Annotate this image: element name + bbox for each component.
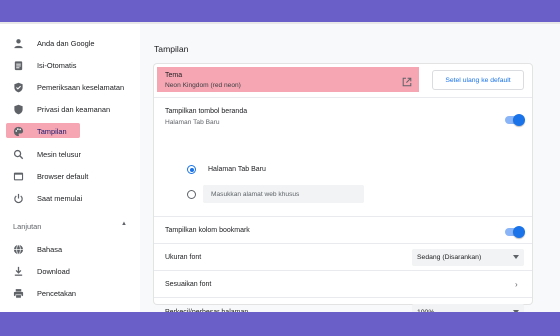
- customize-fonts-row[interactable]: Sesuaikan font ›: [154, 271, 532, 298]
- sidebar-item-label: Tampilan: [37, 126, 67, 136]
- bottom-frame-band: [0, 312, 560, 336]
- home-button-toggle[interactable]: [505, 114, 525, 126]
- power-icon: [12, 192, 24, 204]
- radio-new-tab-page-label: Halaman Tab Baru: [208, 166, 266, 173]
- theme-row[interactable]: Tema Neon Kingdom (red neon) Setel ulang…: [154, 64, 532, 98]
- page-title: Tampilan: [154, 44, 189, 54]
- person-icon: [12, 37, 24, 49]
- globe-icon: [12, 243, 24, 255]
- sidebar-item-label: Pemeriksaan keselamatan: [37, 82, 125, 92]
- browser-icon: [12, 170, 24, 182]
- sidebar-item-label: Privasi dan keamanan: [37, 104, 111, 114]
- font-size-row: Ukuran font Sedang (Disarankan): [154, 244, 532, 271]
- sidebar-item-label: Browser default: [37, 171, 89, 181]
- sidebar-item-label: Pencetakan: [37, 288, 77, 298]
- appearance-card: Tema Neon Kingdom (red neon) Setel ulang…: [154, 64, 532, 321]
- sidebar-item-languages[interactable]: Bahasa: [6, 240, 140, 258]
- sidebar-item-printing[interactable]: Pencetakan: [6, 284, 140, 302]
- radio-new-tab-page[interactable]: [187, 165, 196, 174]
- sidebar-item-label: Mesin telusur: [37, 149, 81, 159]
- toggle-knob: [513, 226, 525, 238]
- chevron-up-icon[interactable]: ▲: [121, 221, 127, 227]
- bookmarks-bar-label: Tampilkan kolom bookmark: [165, 227, 250, 234]
- sidebar-item-privacy[interactable]: Privasi dan keamanan: [6, 100, 140, 118]
- home-button-sub: Halaman Tab Baru: [165, 119, 220, 126]
- sidebar-item-downloads[interactable]: Download: [6, 262, 140, 280]
- palette-icon: [12, 125, 24, 137]
- sidebar: Anda dan Google Isi-Otomatis Pemeriksaan…: [0, 24, 140, 312]
- download-icon: [12, 265, 24, 277]
- sidebar-item-autofill[interactable]: Isi-Otomatis: [6, 56, 140, 74]
- search-icon: [12, 148, 24, 160]
- toggle-knob: [513, 114, 525, 126]
- advanced-section-label[interactable]: Lanjutan: [13, 222, 41, 231]
- sidebar-item-safety-check[interactable]: Pemeriksaan keselamatan: [6, 78, 140, 96]
- font-size-value: Sedang (Disarankan): [417, 254, 482, 261]
- bookmarks-bar-toggle[interactable]: [505, 226, 525, 238]
- custom-url-input[interactable]: [203, 185, 364, 203]
- open-in-new-icon[interactable]: [402, 74, 412, 87]
- bookmarks-bar-row: Tampilkan kolom bookmark: [154, 217, 532, 244]
- theme-value: Neon Kingdom (red neon): [165, 82, 241, 89]
- top-frame-band: [0, 0, 560, 22]
- sidebar-item-default-browser[interactable]: Browser default: [6, 167, 140, 185]
- sidebar-item-label: Isi-Otomatis: [37, 60, 77, 70]
- sidebar-item-appearance[interactable]: Tampilan: [6, 122, 140, 140]
- chevron-right-icon: ›: [515, 280, 518, 289]
- dropdown-arrow-icon: [513, 255, 519, 259]
- sidebar-item-search-engine[interactable]: Mesin telusur: [6, 145, 140, 163]
- sidebar-item-you-and-google[interactable]: Anda dan Google: [6, 34, 140, 52]
- clipboard-icon: [12, 59, 24, 71]
- theme-label: Tema: [165, 72, 183, 79]
- sidebar-item-on-startup[interactable]: Saat memulai: [6, 189, 140, 207]
- printer-icon: [12, 287, 24, 299]
- font-size-select[interactable]: Sedang (Disarankan): [412, 249, 524, 266]
- radio-custom-url[interactable]: [187, 190, 196, 199]
- sidebar-item-label: Saat memulai: [37, 193, 83, 203]
- shield-icon: [12, 103, 24, 115]
- home-button-label: Tampilkan tombol beranda: [165, 108, 248, 115]
- shield-check-icon: [12, 81, 24, 93]
- reset-theme-button[interactable]: Setel ulang ke default: [432, 70, 524, 90]
- sidebar-item-label: Download: [37, 266, 70, 276]
- sidebar-item-label: Bahasa: [37, 244, 63, 254]
- font-size-label: Ukuran font: [165, 254, 202, 261]
- sidebar-item-label: Anda dan Google: [37, 38, 95, 48]
- settings-window: Anda dan Google Isi-Otomatis Pemeriksaan…: [0, 22, 560, 321]
- customize-fonts-label: Sesuaikan font: [165, 281, 212, 288]
